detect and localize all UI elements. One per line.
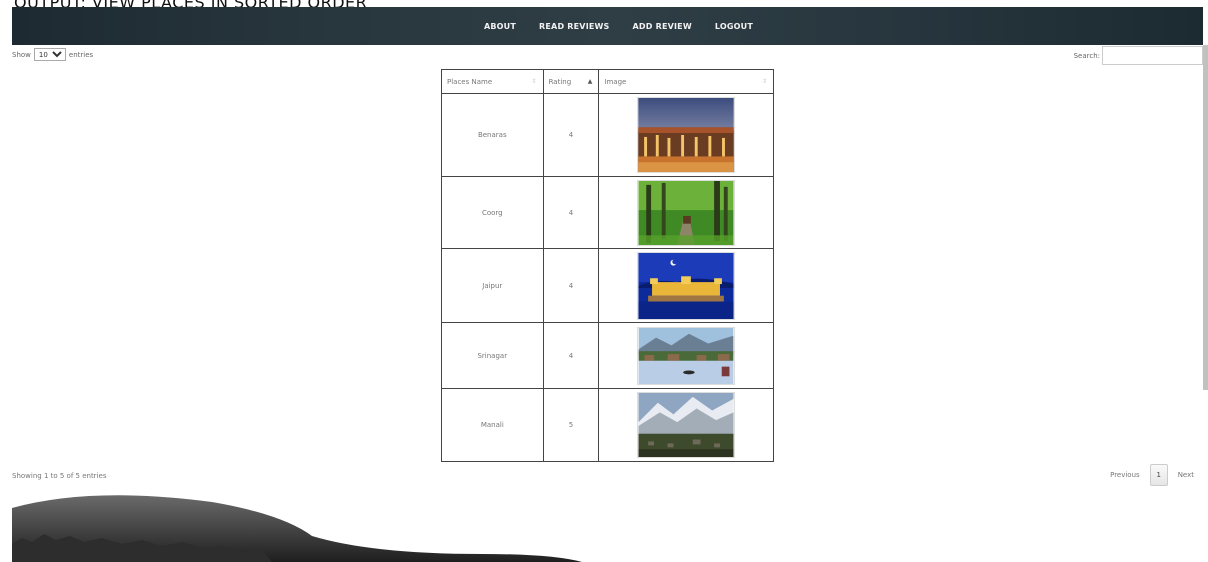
table-row: Srinagar 4: [441, 322, 774, 389]
search-label: Search:: [1073, 51, 1100, 60]
entries-select[interactable]: 10: [33, 48, 66, 61]
rating-cell: 4: [542, 176, 600, 249]
table-row: Jaipur 4: [441, 248, 774, 323]
search-control: Search:: [1074, 46, 1203, 65]
entries-label: entries: [68, 50, 94, 59]
image-cell: [598, 93, 774, 177]
nav-read-reviews-link[interactable]: READ REVIEWS: [539, 22, 610, 31]
rating-cell: 4: [542, 248, 600, 323]
nav-add-review-link[interactable]: ADD REVIEW: [633, 22, 692, 31]
header-image[interactable]: Image ⇕: [598, 69, 774, 94]
manali-mountains-photo: [637, 392, 736, 458]
nav-logout-link[interactable]: LOGOUT: [715, 22, 753, 31]
places-table: Places Name ⇕ Rating ▲ Image ⇕ Benaras 4: [441, 69, 774, 462]
coorg-forest-road-photo: [637, 179, 736, 246]
rating-cell: 4: [542, 93, 600, 177]
table-row: Coorg 4: [441, 176, 774, 249]
header-image-label: Image: [604, 77, 627, 86]
pagination: Previous 1 Next: [1110, 464, 1194, 486]
table-header-row: Places Name ⇕ Rating ▲ Image ⇕: [441, 69, 774, 94]
nav-about-link[interactable]: ABOUT: [484, 22, 516, 31]
table-row: Benaras 4: [441, 93, 774, 177]
place-name-cell: Benaras: [441, 93, 544, 177]
srinagar-dal-lake-photo: [637, 326, 736, 385]
header-places-name[interactable]: Places Name ⇕: [441, 69, 544, 94]
jaipur-jal-mahal-photo: [637, 251, 736, 320]
image-cell: [598, 388, 774, 462]
benaras-ghat-photo: [637, 97, 736, 173]
search-input[interactable]: [1102, 46, 1203, 65]
header-rating-label: Rating: [548, 77, 572, 86]
place-name-cell: Manali: [441, 388, 544, 462]
footer-landscape-wave: [12, 495, 582, 562]
image-cell: [598, 176, 774, 249]
sort-both-icon: ⇕: [531, 78, 537, 85]
rating-cell: 5: [542, 388, 600, 462]
place-name-cell: Srinagar: [441, 322, 544, 389]
show-label: Show: [12, 50, 31, 59]
table-row: Manali 5: [441, 388, 774, 462]
image-cell: [598, 322, 774, 389]
header-places-name-label: Places Name: [447, 77, 493, 86]
header-rating[interactable]: Rating ▲: [542, 69, 600, 94]
show-entries-control: Show 10 entries: [12, 48, 93, 61]
image-cell: [598, 248, 774, 323]
page-scrollbar[interactable]: [1203, 45, 1208, 390]
place-name-cell: Jaipur: [441, 248, 544, 323]
table-info: Showing 1 to 5 of 5 entries: [12, 472, 107, 480]
previous-button[interactable]: Previous: [1110, 471, 1140, 479]
top-navbar: ABOUT READ REVIEWS ADD REVIEW LOGOUT: [12, 7, 1203, 45]
rating-cell: 4: [542, 322, 600, 389]
place-name-cell: Coorg: [441, 176, 544, 249]
next-button[interactable]: Next: [1178, 471, 1194, 479]
sort-ascending-icon: ▲: [587, 78, 593, 85]
sort-both-icon: ⇕: [761, 78, 767, 85]
nav-links: ABOUT READ REVIEWS ADD REVIEW LOGOUT: [484, 22, 753, 31]
page-1-button[interactable]: 1: [1149, 464, 1168, 486]
